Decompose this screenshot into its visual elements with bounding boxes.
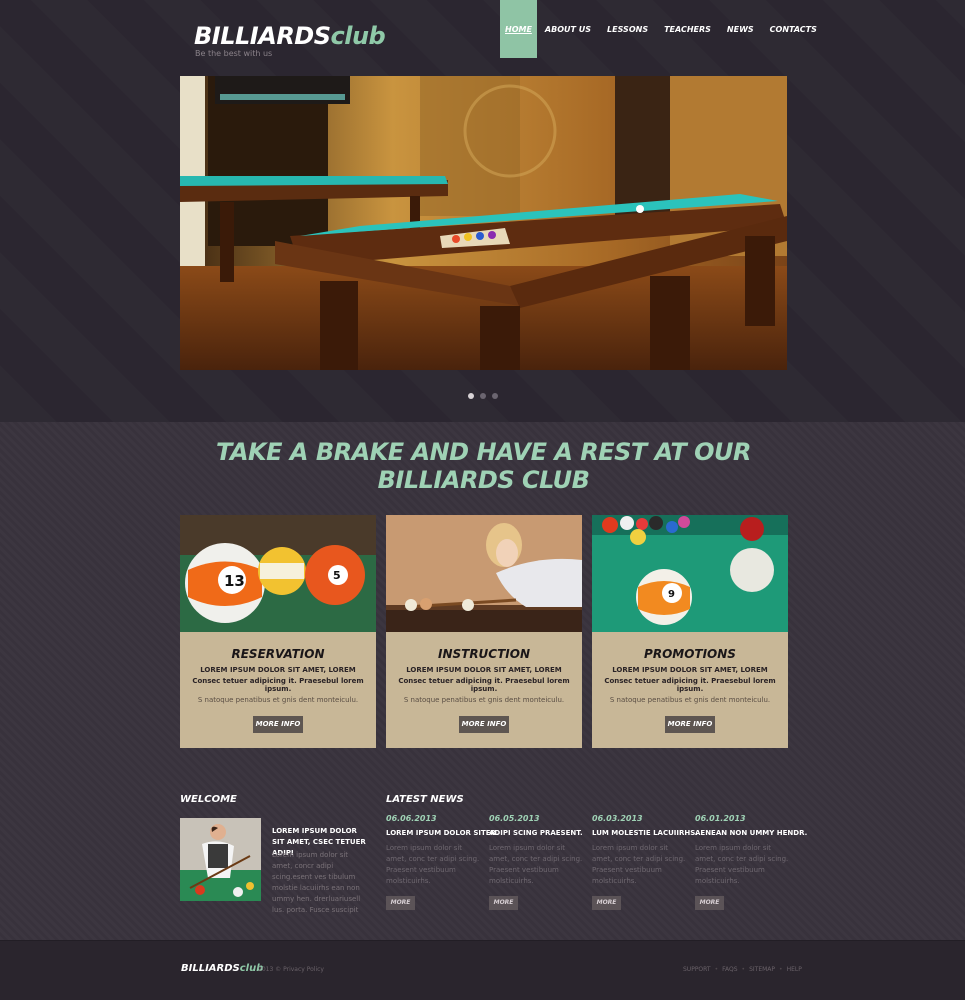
footer-separator: • xyxy=(741,966,746,973)
footer-link-sitemap[interactable]: SITEMAP xyxy=(749,966,775,973)
card-text-bold: Consec tetuer adipicing it. Praesebul lo… xyxy=(604,677,776,693)
card-subtitle: LOREM IPSUM DOLOR SIT AMET, LOREM xyxy=(200,666,356,674)
footer-copyright[interactable]: 2013 © Privacy Policy xyxy=(258,966,324,973)
slider-dot-1[interactable] xyxy=(468,393,474,399)
more-info-button[interactable]: MORE INFO xyxy=(253,716,303,733)
nav-about-us[interactable]: ABOUT US xyxy=(537,0,599,58)
svg-text:5: 5 xyxy=(333,569,341,582)
woman-playing-illustration xyxy=(386,515,582,632)
news-item: 06.01.2013 AENEAN NON UMMY HENDR. Lorem … xyxy=(695,814,807,910)
logo-accent-text: club xyxy=(330,22,386,50)
news-more-button[interactable]: MORE xyxy=(695,896,724,910)
nav-news[interactable]: NEWS xyxy=(719,0,762,58)
main-nav: HOME ABOUT US LESSONS TEACHERS NEWS CONT… xyxy=(500,0,825,58)
nav-teachers[interactable]: TEACHERS xyxy=(656,0,719,58)
slider-dot-3[interactable] xyxy=(492,393,498,399)
more-info-button[interactable]: MORE INFO xyxy=(665,716,715,733)
card-text-bold: Consec tetuer adipicing it. Praesebul lo… xyxy=(192,677,364,693)
card-instruction-image xyxy=(386,515,582,632)
card-title: RESERVATION xyxy=(231,647,325,661)
nav-contacts[interactable]: CONTACTS xyxy=(762,0,825,58)
card-subtitle: LOREM IPSUM DOLOR SIT AMET, LOREM xyxy=(406,666,562,674)
footer-links: SUPPORT • FAQS • SITEMAP • HELP xyxy=(683,966,802,973)
news-more-button[interactable]: MORE xyxy=(489,896,518,910)
svg-text:13: 13 xyxy=(224,572,245,590)
welcome-image xyxy=(180,818,261,901)
billiards-room-illustration xyxy=(180,76,787,370)
billiard-balls-illustration: 13 5 xyxy=(180,515,376,632)
player-photo-illustration xyxy=(180,818,261,901)
news-item: 06.06.2013 LOREM IPSUM DOLOR SITER. Lore… xyxy=(386,814,499,910)
nav-home-label: HOME xyxy=(505,24,532,34)
card-title: PROMOTIONS xyxy=(644,647,736,661)
news-title[interactable]: AENEAN NON UMMY HENDR. xyxy=(695,829,807,837)
hero-slide-image xyxy=(180,76,787,370)
logo-main-text: BILLIARDS xyxy=(194,22,331,50)
nav-lessons[interactable]: LESSONS xyxy=(599,0,656,58)
footer-link-help[interactable]: HELP xyxy=(787,966,802,973)
svg-text:9: 9 xyxy=(668,589,675,600)
welcome-body: Lorem ipsum dolor sit amet, concr adipi … xyxy=(272,851,361,914)
headline-line-1: TAKE A BRAKE AND HAVE A REST AT OUR xyxy=(215,438,752,466)
news-body: Lorem ipsum dolor sit amet, conc ter adi… xyxy=(592,844,686,885)
card-promotions: 9 PROMOTIONS LOREM IPSUM DOLOR SIT AMET,… xyxy=(592,515,788,748)
slider-dot-2[interactable] xyxy=(480,393,486,399)
tagline: Be the best with us xyxy=(195,49,273,58)
card-subtitle: LOREM IPSUM DOLOR SIT AMET, LOREM xyxy=(612,666,768,674)
news-body: Lorem ipsum dolor sit amet, conc ter adi… xyxy=(695,844,789,885)
footer-separator: • xyxy=(779,966,783,973)
news-item: 06.05.2013 ADIPI SCING PRAESENT. Lorem i… xyxy=(489,814,585,910)
footer-separator: • xyxy=(714,966,719,973)
card-promotions-image: 9 xyxy=(592,515,788,632)
footer-link-faqs[interactable]: FAQS xyxy=(722,966,737,973)
news-body: Lorem ipsum dolor sit amet, conc ter adi… xyxy=(489,844,583,885)
welcome-heading: WELCOME xyxy=(180,794,237,805)
news-date: 06.05.2013 xyxy=(489,814,540,823)
footer-link-support[interactable]: SUPPORT xyxy=(683,966,711,973)
card-text: S natoque penatibus et gnis dent monteic… xyxy=(403,696,565,704)
news-heading: LATEST NEWS xyxy=(386,794,464,805)
pool-table-balls-illustration: 9 xyxy=(592,515,788,632)
card-reservation-image: 13 5 xyxy=(180,515,376,632)
nav-home[interactable]: HOME xyxy=(500,0,537,58)
card-instruction: INSTRUCTION LOREM IPSUM DOLOR SIT AMET, … xyxy=(386,515,582,748)
footer-logo-main: BILLIARDS xyxy=(181,963,240,974)
news-date: 06.01.2013 xyxy=(695,814,746,823)
news-more-button[interactable]: MORE xyxy=(386,896,415,910)
news-title[interactable]: LUM MOLESTIE LACUIIRHS. xyxy=(592,829,698,837)
site-logo[interactable]: BILLIARDSclub xyxy=(194,22,386,50)
news-date: 06.03.2013 xyxy=(592,814,643,823)
more-info-button[interactable]: MORE INFO xyxy=(459,716,509,733)
news-item: 06.03.2013 LUM MOLESTIE LACUIIRHS. Lorem… xyxy=(592,814,698,910)
footer-logo[interactable]: BILLIARDSclub xyxy=(181,963,263,974)
news-title[interactable]: ADIPI SCING PRAESENT. xyxy=(489,829,585,837)
promo-headline: TAKE A BRAKE AND HAVE A REST AT OUR BILL… xyxy=(180,438,787,494)
footer-background xyxy=(0,940,965,1000)
slider-pagination xyxy=(468,393,498,399)
news-date: 06.06.2013 xyxy=(386,814,437,823)
card-text: S natoque penatibus et gnis dent monteic… xyxy=(197,696,359,704)
card-text: S natoque penatibus et gnis dent monteic… xyxy=(609,696,771,704)
news-more-button[interactable]: MORE xyxy=(592,896,621,910)
news-title[interactable]: LOREM IPSUM DOLOR SITER. xyxy=(386,829,499,837)
headline-line-2: BILLIARDS CLUB xyxy=(377,466,590,494)
card-title: INSTRUCTION xyxy=(437,647,531,661)
card-text-bold: Consec tetuer adipicing it. Praesebul lo… xyxy=(398,677,570,693)
card-reservation: 13 5 RESERVATION LOREM IPSUM DOLOR SIT A… xyxy=(180,515,376,748)
news-body: Lorem ipsum dolor sit amet, conc ter adi… xyxy=(386,844,480,885)
